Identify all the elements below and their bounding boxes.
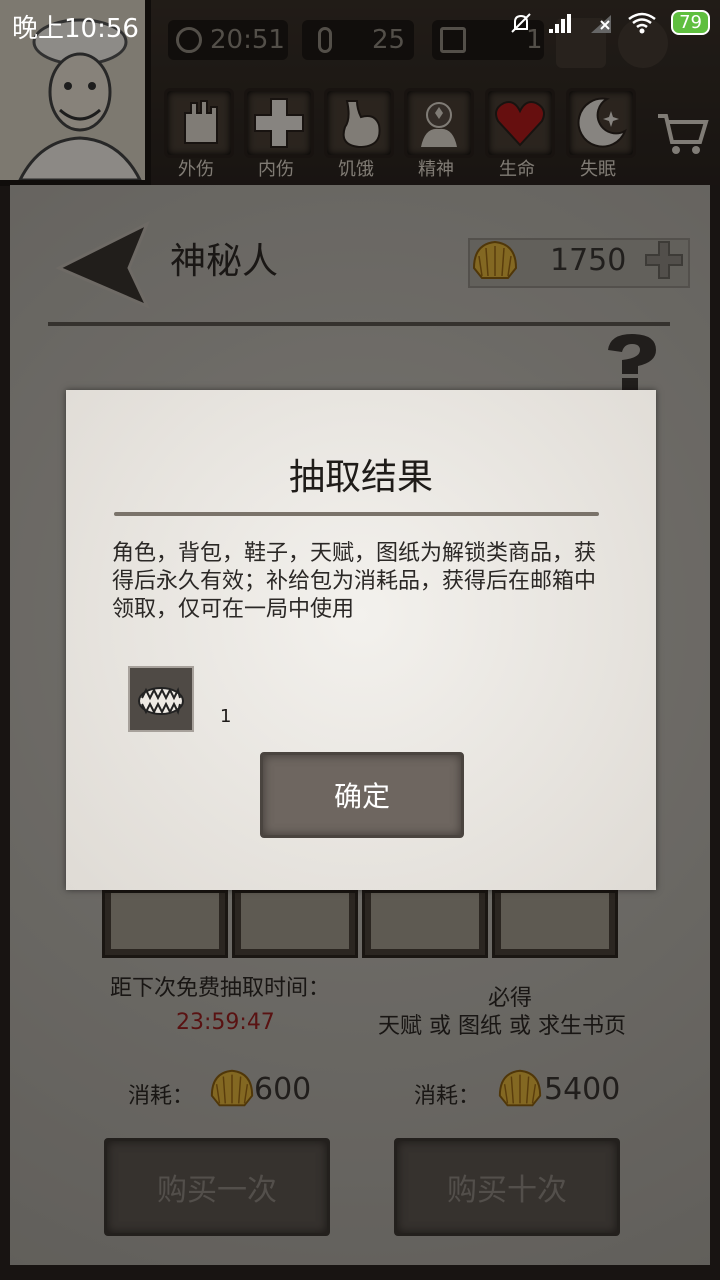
dialog-description: 角色，背包，鞋子，天赋，图纸为解锁类商品，获得后永久有效；补给包为消耗品，获得后… <box>112 541 597 622</box>
status-bar: 晚上10:56 79 <box>0 0 720 50</box>
game-screen: 20:51 25 1 外伤 内伤 饥饿 精神 生命 失眠 神秘人 1750 距下… <box>0 0 720 1280</box>
bear-trap-icon <box>130 668 192 730</box>
no-signal-icon <box>591 14 612 33</box>
reward-item-slot[interactable] <box>128 666 194 732</box>
draw-result-dialog: 抽取结果 角色，背包，鞋子，天赋，图纸为解锁类商品，获得后永久有效；补给包为消耗… <box>66 390 656 890</box>
battery-indicator: 79 <box>671 10 710 35</box>
status-icons: 79 <box>509 10 710 35</box>
signal-icon <box>549 13 572 33</box>
dialog-title: 抽取结果 <box>288 457 433 498</box>
confirm-button[interactable]: 确定 <box>260 752 464 838</box>
status-time: 晚上10:56 <box>12 14 139 44</box>
wifi-icon <box>628 12 656 33</box>
reward-item-count: 1 <box>220 706 232 727</box>
dialog-divider <box>114 512 599 516</box>
mute-bell-icon <box>511 12 531 33</box>
